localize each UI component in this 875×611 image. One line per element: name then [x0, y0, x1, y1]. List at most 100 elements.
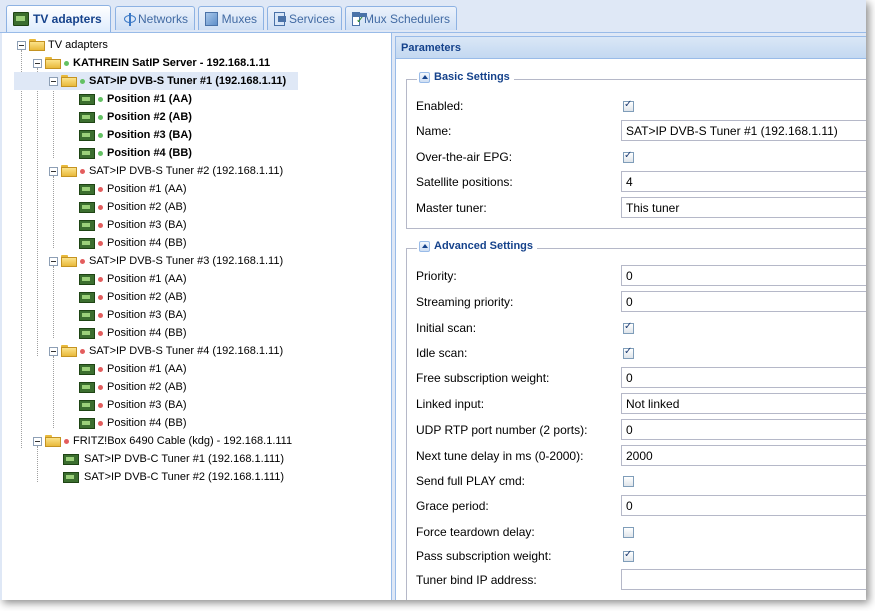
tree-node-label: Position #3 (BA)	[107, 399, 187, 411]
tree-node-position[interactable]: Position #1 (AA)	[79, 360, 186, 378]
tab-networks[interactable]: Networks	[115, 6, 195, 30]
tree-node-position[interactable]: Position #3 (BA)	[79, 306, 186, 324]
basic-settings-legend: Basic Settings	[417, 71, 514, 83]
status-dot-red	[98, 240, 103, 246]
tv-card-icon	[79, 309, 95, 321]
scheduler-calendar-icon	[352, 11, 367, 26]
tree-node-position[interactable]: Position #1 (AA)	[79, 90, 192, 108]
tree-node-label: Position #3 (BA)	[107, 219, 187, 231]
folder-icon	[45, 57, 61, 69]
tree-connector	[37, 446, 38, 482]
tree-node-position[interactable]: Position #4 (BB)	[79, 324, 186, 342]
name-label: Name:	[416, 124, 452, 138]
tree-node-label: KATHREIN SatIP Server - 192.168.1.11	[73, 57, 271, 69]
collapse-up-icon[interactable]	[419, 71, 430, 83]
tree-node-tuner[interactable]: SAT>IP DVB-S Tuner #1 (192.168.1.11)	[14, 72, 298, 90]
ota-epg-checkbox[interactable]	[623, 150, 634, 163]
tv-card-icon	[79, 399, 95, 411]
send-full-play-checkbox[interactable]	[623, 476, 634, 487]
udp-rtp-port-field[interactable]	[621, 419, 866, 440]
tree-connector	[53, 176, 54, 248]
priority-field[interactable]	[621, 265, 866, 286]
free-subscription-weight-field[interactable]	[621, 367, 866, 388]
collapse-toggle[interactable]	[49, 346, 58, 356]
tree-node-label: TV adapters	[48, 39, 108, 51]
panel-title: Parameters	[401, 41, 461, 54]
tree-node-label: Position #1 (AA)	[107, 93, 192, 105]
tree-node-position[interactable]: Position #1 (AA)	[79, 270, 186, 288]
tree-node-label: Position #3 (BA)	[107, 309, 187, 321]
name-field[interactable]	[621, 120, 866, 141]
tree-node-position[interactable]: Position #2 (AB)	[79, 288, 186, 306]
collapse-toggle[interactable]	[33, 58, 42, 68]
tree-node-position[interactable]: Position #2 (AB)	[79, 108, 192, 126]
tree-node-tuner[interactable]: SAT>IP DVB-C Tuner #1 (192.168.1.111)	[63, 450, 284, 468]
tree-node-server[interactable]: KATHREIN SatIP Server - 192.168.1.11	[33, 54, 270, 72]
master-tuner-select[interactable]	[621, 197, 866, 218]
streaming-priority-field[interactable]	[621, 291, 866, 312]
tab-muxes[interactable]: Muxes	[198, 6, 264, 30]
udp-rtp-port-label: UDP RTP port number (2 ports):	[416, 423, 588, 437]
tuner-bind-ip-field[interactable]	[621, 569, 866, 590]
tab-services[interactable]: Services	[267, 6, 342, 30]
force-teardown-delay-checkbox[interactable]	[623, 527, 634, 538]
folder-icon	[61, 255, 77, 267]
collapse-toggle[interactable]	[49, 166, 58, 176]
tv-card-icon	[79, 327, 95, 339]
folder-icon	[61, 165, 77, 177]
tree-node-label: SAT>IP DVB-S Tuner #3 (192.168.1.11)	[89, 255, 284, 267]
tree-node-tuner[interactable]: SAT>IP DVB-C Tuner #2 (192.168.1.111)	[63, 468, 284, 486]
tree-node-position[interactable]: Position #3 (BA)	[79, 396, 186, 414]
initial-scan-label: Initial scan:	[416, 321, 477, 335]
panel-body: Basic Settings Enabled: Name: Over-the-a…	[395, 59, 866, 600]
tab-mux-schedulers[interactable]: Mux Schedulers	[345, 6, 457, 30]
adapter-tree: TV adapters KATHREIN SatIP Server - 192.…	[2, 33, 392, 600]
tab-label: TV adapters	[33, 12, 102, 26]
collapse-toggle[interactable]	[17, 40, 26, 50]
enabled-checkbox[interactable]	[623, 99, 634, 112]
tree-node-tuner[interactable]: SAT>IP DVB-S Tuner #2 (192.168.1.11)	[49, 162, 283, 180]
satellite-positions-field[interactable]	[621, 171, 866, 192]
tree-node-position[interactable]: Position #4 (BB)	[79, 414, 186, 432]
collapse-toggle[interactable]	[49, 256, 58, 266]
tree-root[interactable]: TV adapters	[17, 36, 108, 54]
collapse-up-icon[interactable]	[419, 240, 430, 252]
collapse-toggle[interactable]	[49, 76, 58, 86]
pass-subscription-weight-checkbox[interactable]	[623, 549, 634, 562]
tv-card-icon	[79, 381, 95, 393]
tv-card-icon	[79, 111, 95, 123]
tv-card-icon	[79, 93, 95, 105]
tree-node-position[interactable]: Position #4 (BB)	[79, 234, 186, 252]
tree-node-position[interactable]: Position #3 (BA)	[79, 126, 192, 144]
app-window: TV adapters Networks Muxes Services Mux …	[0, 0, 866, 600]
tree-node-position[interactable]: Position #2 (AB)	[79, 198, 186, 216]
tree-node-position[interactable]: Position #1 (AA)	[79, 180, 186, 198]
collapse-toggle[interactable]	[33, 436, 42, 446]
grace-period-field[interactable]	[621, 495, 866, 516]
next-tune-delay-field[interactable]	[621, 445, 866, 466]
tree-node-server[interactable]: FRITZ!Box 6490 Cable (kdg) - 192.168.1.1…	[33, 432, 292, 450]
ota-epg-label: Over-the-air EPG:	[416, 150, 513, 164]
tree-node-position[interactable]: Position #4 (BB)	[79, 144, 192, 162]
tree-node-tuner[interactable]: SAT>IP DVB-S Tuner #4 (192.168.1.11)	[49, 342, 283, 360]
tree-node-position[interactable]: Position #3 (BA)	[79, 216, 186, 234]
tree-node-tuner[interactable]: SAT>IP DVB-S Tuner #3 (192.168.1.11)	[49, 252, 283, 270]
idle-scan-checkbox[interactable]	[623, 346, 634, 359]
linked-input-select[interactable]	[621, 393, 866, 414]
tab-tv-adapters[interactable]: TV adapters	[6, 5, 111, 32]
panel-header: Parameters	[395, 36, 866, 59]
folder-icon	[45, 435, 61, 447]
initial-scan-checkbox[interactable]	[623, 321, 634, 334]
priority-label: Priority:	[416, 269, 457, 283]
tab-bar: TV adapters Networks Muxes Services Mux …	[0, 0, 866, 33]
satellite-positions-label: Satellite positions:	[416, 175, 513, 189]
tuner-bind-ip-label: Tuner bind IP address:	[416, 573, 537, 587]
tree-node-position[interactable]: Position #2 (AB)	[79, 378, 186, 396]
advanced-settings-legend: Advanced Settings	[417, 240, 538, 252]
status-dot-red	[98, 402, 103, 408]
tree-node-label: SAT>IP DVB-C Tuner #2 (192.168.1.111)	[84, 471, 285, 483]
tree-node-label: Position #2 (AB)	[107, 381, 187, 393]
tree-connector	[53, 266, 54, 338]
tv-card-icon	[79, 363, 95, 375]
status-dot-red	[64, 438, 69, 444]
